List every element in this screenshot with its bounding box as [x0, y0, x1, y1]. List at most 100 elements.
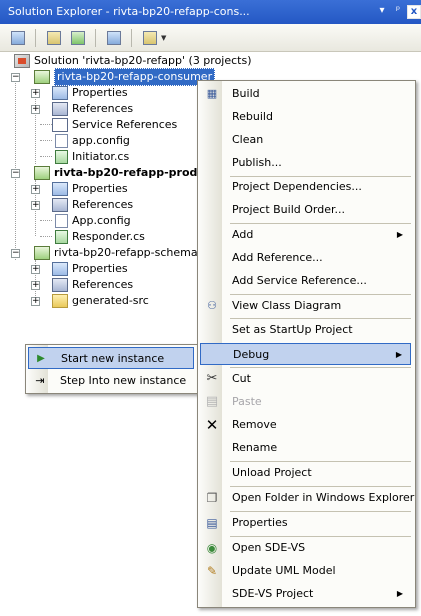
menu-item-add-reference[interactable]: Add Reference...: [200, 247, 411, 269]
tree-item-properties[interactable]: Properties: [52, 85, 128, 101]
menu-item-remove[interactable]: ✕ Remove: [200, 414, 411, 436]
menu-item-label: Open SDE-VS: [232, 541, 306, 554]
tree-item-label: app.config: [72, 134, 130, 147]
menu-item-label: Open Folder in Windows Explorer: [232, 491, 415, 504]
collapse-toggle[interactable]: −: [11, 73, 20, 82]
auto-hide-pin-button[interactable]: ᵖ: [391, 4, 405, 18]
menu-item-rebuild[interactable]: Rebuild: [200, 106, 411, 128]
close-button[interactable]: x: [407, 5, 421, 19]
menu-item-clean[interactable]: Clean: [200, 129, 411, 151]
expand-toggle[interactable]: +: [31, 281, 40, 290]
expand-toggle[interactable]: +: [31, 105, 40, 114]
menu-item-label: Start new instance: [61, 352, 165, 365]
submenu-arrow-icon: ▶: [395, 350, 402, 359]
paste-icon: ▤: [205, 394, 219, 409]
menu-item-step-into-new-instance[interactable]: ⇥ Step Into new instance: [28, 370, 194, 392]
project-label: rivta-bp20-refapp-consumer: [54, 68, 216, 86]
tree-connector: [40, 236, 52, 237]
folder-icon: [52, 294, 68, 308]
menu-item-start-new-instance[interactable]: ▶ Start new instance: [28, 347, 194, 369]
sde-vs-icon: ◉: [206, 541, 218, 555]
expand-toggle[interactable]: +: [31, 297, 40, 306]
view-class-diagram-toolbar-button[interactable]: [104, 28, 123, 47]
class-diagram-icon: ⚇: [207, 299, 217, 312]
expand-toggle[interactable]: +: [31, 185, 40, 194]
tree-item-label: Initiator.cs: [72, 150, 130, 163]
window-position-dropdown-button[interactable]: ▾: [375, 4, 389, 18]
menu-item-view-class-diagram[interactable]: ⚇ View Class Diagram: [200, 295, 411, 317]
menu-item-cut[interactable]: ✂ Cut: [200, 368, 411, 390]
tree-item-solution[interactable]: Solution 'rivta-bp20-refapp' (3 projects…: [14, 53, 252, 69]
tree-connector: [40, 156, 52, 157]
properties-toolbar-button[interactable]: [8, 28, 27, 47]
uml-model-icon: ✎: [206, 564, 218, 578]
menu-item-build[interactable]: ▦ Build: [200, 83, 411, 105]
tree-item-app-config[interactable]: App.config: [55, 213, 131, 229]
menu-item-rename[interactable]: Rename: [200, 437, 411, 459]
menu-item-project-build-order[interactable]: Project Build Order...: [200, 199, 411, 221]
properties-icon: ▤: [206, 516, 218, 530]
collapse-toggle[interactable]: −: [11, 169, 20, 178]
debug-submenu: ▶ Start new instance ⇥ Step Into new ins…: [25, 344, 199, 394]
menu-item-add-service-reference[interactable]: Add Service Reference...: [200, 270, 411, 292]
tree-item-label: Service References: [72, 118, 178, 131]
tree-item-project-consumer[interactable]: rivta-bp20-refapp-consumer: [34, 68, 216, 86]
refresh-button[interactable]: [68, 28, 87, 47]
solution-explorer-toolbar: ▼: [0, 24, 421, 52]
menu-item-debug[interactable]: Debug ▶: [200, 343, 411, 365]
menu-item-update-uml-model[interactable]: ✎ Update UML Model: [200, 560, 411, 582]
tree-item-app-config[interactable]: app.config: [55, 133, 130, 149]
tree-item-label: Responder.cs: [72, 230, 145, 243]
references-folder-icon: [52, 198, 68, 212]
menu-item-open-sde-vs[interactable]: ◉ Open SDE-VS: [200, 537, 411, 559]
menu-item-sde-vs-project[interactable]: SDE-VS Project ▶: [200, 583, 411, 605]
config-file-icon: [55, 134, 68, 148]
properties-folder-icon: [52, 262, 68, 276]
build-icon: ▦: [206, 87, 218, 100]
project-label: rivta-bp20-refapp-schemas: [54, 246, 204, 259]
tree-item-label: References: [72, 198, 134, 211]
step-into-icon: ⇥: [35, 374, 45, 387]
menu-item-open-folder-in-windows-explorer[interactable]: ❐ Open Folder in Windows Explorer: [200, 487, 415, 509]
menu-item-label: Unload Project: [232, 466, 312, 479]
tree-item-references[interactable]: References: [52, 101, 133, 117]
collapse-toggle[interactable]: −: [11, 249, 20, 258]
tree-item-project-schemas[interactable]: rivta-bp20-refapp-schemas: [34, 245, 203, 261]
remove-icon: ✕: [205, 416, 219, 434]
tree-item-references[interactable]: References: [52, 197, 133, 213]
menu-item-set-as-startup-project[interactable]: Set as StartUp Project: [200, 319, 411, 341]
chevron-down-icon[interactable]: ▼: [161, 34, 166, 42]
show-all-files-icon: [46, 30, 61, 45]
toolbar-separator: [95, 28, 96, 47]
menu-item-label: Remove: [232, 418, 277, 431]
csharp-project-icon: [34, 70, 50, 84]
tree-item-properties[interactable]: Properties: [52, 181, 128, 197]
menu-item-properties[interactable]: ▤ Properties: [200, 512, 411, 534]
expand-toggle[interactable]: +: [31, 265, 40, 274]
menu-item-publish[interactable]: Publish...: [200, 152, 411, 174]
menu-item-unload-project[interactable]: Unload Project: [200, 462, 411, 484]
tree-item-responder-cs[interactable]: Responder.cs: [55, 229, 145, 245]
properties-folder-icon: [52, 182, 68, 196]
tree-item-properties[interactable]: Properties: [52, 261, 128, 277]
tree-item-generated-src[interactable]: generated-src: [52, 293, 149, 309]
nested-related-files-button[interactable]: [140, 28, 159, 47]
start-icon: ▶: [37, 353, 45, 364]
menu-item-add[interactable]: Add ▶: [200, 224, 411, 246]
tree-item-service-references[interactable]: Service References: [52, 117, 177, 133]
tree-item-references[interactable]: References: [52, 277, 133, 293]
menu-item-paste[interactable]: ▤ Paste: [200, 391, 411, 413]
tree-item-initiator-cs[interactable]: Initiator.cs: [55, 149, 129, 165]
tree-connector: [40, 220, 52, 221]
menu-item-label: Publish...: [232, 156, 282, 169]
titlebar-buttons: ▾ ᵖ x: [375, 4, 421, 19]
menu-item-label: Project Build Order...: [232, 203, 345, 216]
tree-item-project-producer[interactable]: rivta-bp20-refapp-produ: [34, 165, 205, 181]
properties-folder-icon: [52, 86, 68, 100]
expand-toggle[interactable]: +: [31, 89, 40, 98]
solution-icon: [14, 54, 30, 68]
menu-item-project-dependencies[interactable]: Project Dependencies...: [200, 176, 411, 198]
menu-item-label: Set as StartUp Project: [232, 323, 353, 336]
expand-toggle[interactable]: +: [31, 201, 40, 210]
show-all-files-button[interactable]: [44, 28, 63, 47]
